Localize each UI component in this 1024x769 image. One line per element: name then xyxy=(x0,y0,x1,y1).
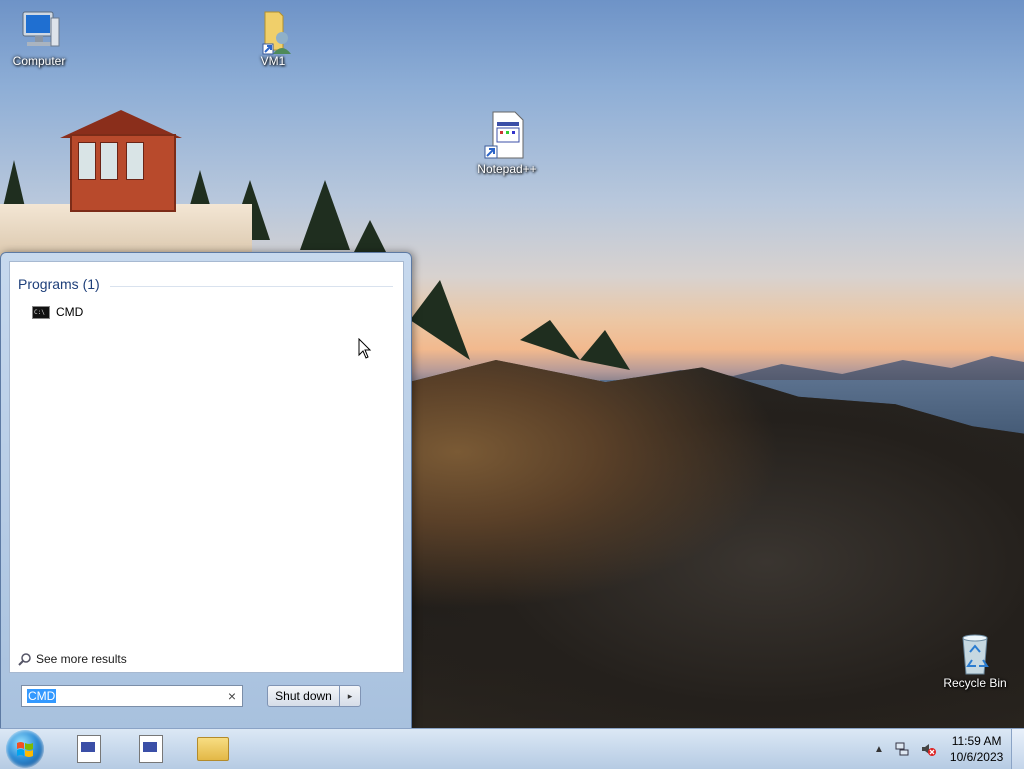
show-hidden-icons-button[interactable]: ▲ xyxy=(874,744,884,755)
desktop-icon-label: Recycle Bin xyxy=(943,676,1007,690)
recycle-bin-icon xyxy=(951,630,999,675)
wallpaper-lighthouse-window xyxy=(126,142,144,180)
taskbar-notepad-plus-plus-2[interactable] xyxy=(124,731,178,767)
desktop-icon-label: Notepad++ xyxy=(477,162,537,176)
desktop-icon-notepad-plus-plus[interactable]: Notepad++ xyxy=(469,110,545,176)
folder-icon xyxy=(197,737,229,761)
search-result-cmd[interactable]: C:\ CMD xyxy=(28,302,87,322)
start-button[interactable] xyxy=(6,730,44,768)
shutdown-options-arrow-icon[interactable]: ▸ xyxy=(339,686,360,706)
see-more-label: See more results xyxy=(36,652,127,666)
shut-down-label: Shut down xyxy=(275,689,332,703)
volume-muted-icon[interactable] xyxy=(920,741,936,757)
clock-date: 10/6/2023 xyxy=(949,750,1004,764)
desktop-icon-label: Computer xyxy=(12,54,66,68)
start-menu: Programs (1) C:\ CMD See more results CM… xyxy=(0,252,412,730)
desktop-icon-vm1[interactable]: VM1 xyxy=(235,8,311,68)
notepad-icon xyxy=(139,735,163,763)
wallpaper-lighthouse-window xyxy=(78,142,96,180)
notepad-icon xyxy=(483,110,531,160)
start-search-input[interactable]: CMD × xyxy=(21,685,243,707)
user-folder-shortcut-icon xyxy=(249,8,297,55)
desktop-icon-computer[interactable]: Computer xyxy=(1,8,77,68)
network-icon[interactable] xyxy=(894,741,910,757)
taskbar-notepad-plus-plus[interactable] xyxy=(62,731,116,767)
wallpaper-lighthouse-window xyxy=(100,142,118,180)
clear-search-icon[interactable]: × xyxy=(228,688,236,704)
computer-icon xyxy=(15,8,63,52)
search-input-value: CMD xyxy=(27,689,57,703)
show-desktop-button[interactable] xyxy=(1011,729,1024,769)
system-tray: ▲ 11:59 AM 10/6/2023 xyxy=(864,729,1024,769)
taskbar: ▲ 11:59 AM 10/6/2023 xyxy=(0,728,1024,769)
mouse-cursor-icon xyxy=(358,338,372,359)
wallpaper-rocks xyxy=(380,360,1024,728)
clock-time: 11:59 AM xyxy=(951,734,1002,748)
windows-logo-icon xyxy=(17,742,33,757)
desktop-icon-label: VM1 xyxy=(260,54,286,68)
magnifier-icon xyxy=(18,653,31,666)
clock[interactable]: 11:59 AM 10/6/2023 xyxy=(950,733,1003,765)
taskbar-windows-explorer[interactable] xyxy=(186,731,240,767)
desktop-icon-recycle-bin[interactable]: Recycle Bin xyxy=(937,630,1013,690)
shut-down-button[interactable]: Shut down ▸ xyxy=(267,685,361,707)
programs-section-header: Programs (1) xyxy=(18,276,100,292)
see-more-results-link[interactable]: See more results xyxy=(18,652,127,666)
search-results-pane: Programs (1) C:\ CMD See more results xyxy=(9,261,404,673)
cmd-icon: C:\ xyxy=(32,305,50,319)
section-divider xyxy=(110,286,393,287)
notepad-icon xyxy=(77,735,101,763)
search-result-label: CMD xyxy=(56,305,84,319)
